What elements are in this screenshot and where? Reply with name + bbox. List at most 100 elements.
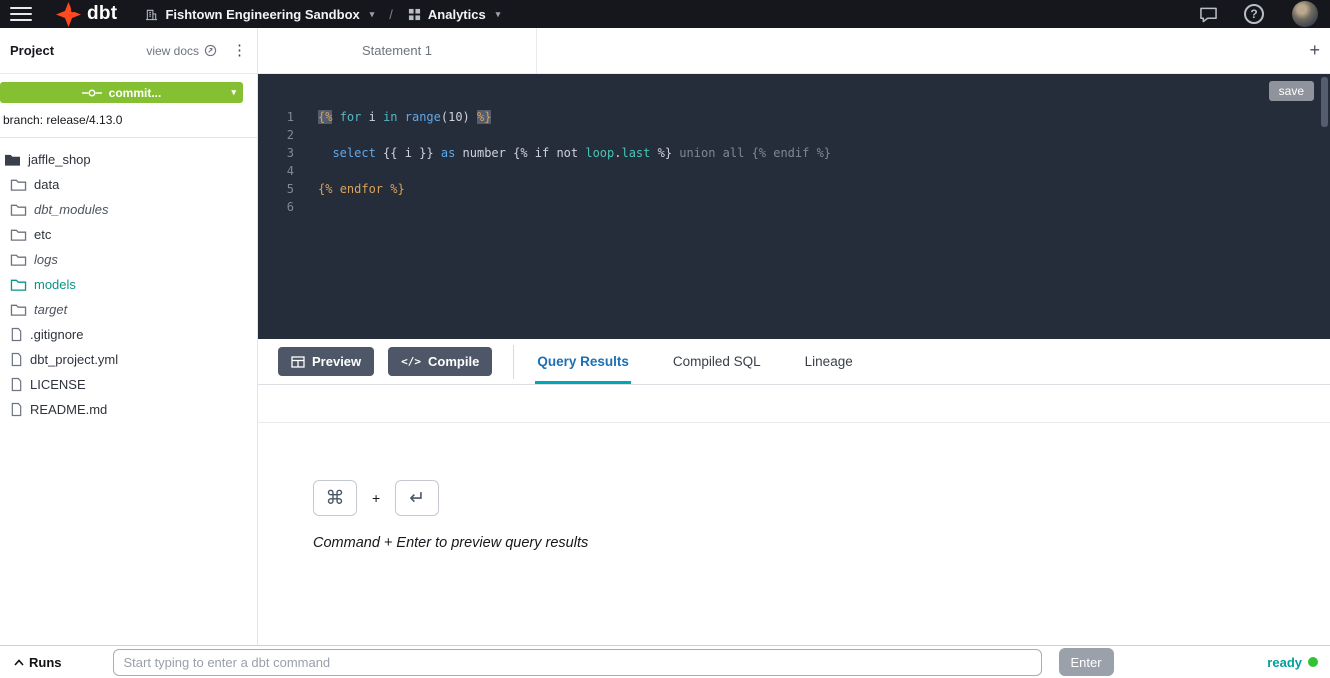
editor-scrollbar[interactable] — [1321, 77, 1328, 336]
table-icon — [291, 356, 305, 368]
building-icon — [145, 8, 158, 21]
status-label: ready — [1267, 655, 1302, 670]
project-sidebar: Project view docs ⋮ commit... — [0, 28, 258, 645]
code-line-5: 5{% endfor %} — [258, 180, 1316, 198]
code-brackets-icon: </> — [401, 355, 421, 368]
dbt-flame-icon — [56, 2, 81, 27]
command-input[interactable] — [113, 649, 1042, 676]
command-key-icon: ⌘ — [313, 480, 357, 516]
chevron-down-icon: ▾ — [496, 9, 501, 20]
line-number: 3 — [258, 144, 294, 162]
dbt-cloud-ide: dbt Fishtown Engineering Sandbox ▾ / Ana… — [0, 0, 1330, 678]
tree-item-logs[interactable]: logs — [0, 247, 257, 272]
folder-icon — [10, 277, 27, 292]
runs-toggle[interactable]: Runs — [14, 655, 62, 670]
results-tab-compiled-sql[interactable]: Compiled SQL — [671, 339, 763, 384]
tree-item-etc[interactable]: etc — [0, 222, 257, 247]
results-tab-query-results[interactable]: Query Results — [535, 339, 631, 384]
chat-bubble-icon — [1199, 6, 1218, 23]
tree-item-jaffle-shop[interactable]: jaffle_shop — [0, 147, 257, 172]
chat-button[interactable] — [1199, 6, 1218, 23]
preview-button[interactable]: Preview — [278, 347, 374, 376]
topbar: dbt Fishtown Engineering Sandbox ▾ / Ana… — [0, 0, 1330, 28]
tree-item-label: logs — [34, 252, 58, 267]
dbt-logo[interactable]: dbt — [56, 2, 117, 27]
line-number: 4 — [258, 162, 294, 180]
preview-hint-text: Command + Enter to preview query results — [313, 535, 1330, 551]
kebab-menu-button[interactable]: ⋮ — [232, 43, 247, 58]
project-name: Analytics — [428, 7, 486, 22]
results-subheader — [258, 385, 1330, 423]
grid-icon — [408, 8, 421, 21]
tree-item-readme-md[interactable]: README.md — [0, 397, 257, 422]
file-icon — [10, 327, 23, 342]
chevron-down-icon: ▾ — [231, 82, 236, 103]
commit-button[interactable]: commit... ▾ — [0, 82, 243, 103]
file-icon — [10, 352, 23, 367]
tree-item-label: .gitignore — [30, 327, 83, 342]
file-tree: jaffle_shopdata dbt_modulesetc logs models t… — [0, 138, 257, 422]
code-line-4: 4 — [258, 162, 1316, 180]
folder-icon — [10, 177, 27, 192]
tree-item-label: etc — [34, 227, 51, 242]
project-switcher[interactable]: Analytics ▾ — [408, 7, 500, 22]
external-link-icon — [204, 44, 217, 57]
tree-item-dbt-modules[interactable]: dbt_modules — [0, 197, 257, 222]
branch-label: branch: release/4.13.0 — [3, 113, 257, 127]
tree-item-label: target — [34, 302, 67, 317]
account-name: Fishtown Engineering Sandbox — [165, 7, 359, 22]
main-panel: Statement 1 + save 1{% for i in range(10… — [258, 28, 1330, 645]
results-toolbar: Preview </> Compile Query Results Compile… — [258, 339, 1330, 385]
question-mark-icon: ? — [1250, 7, 1257, 21]
new-tab-button[interactable]: + — [1309, 28, 1320, 73]
tree-item-label: dbt_project.yml — [30, 352, 118, 367]
tree-item-target[interactable]: target — [0, 297, 257, 322]
code-line-1: 1{% for i in range(10) %} — [258, 108, 1316, 126]
tree-item-license[interactable]: LICENSE — [0, 372, 257, 397]
plus-sign: + — [372, 490, 380, 506]
enter-key-icon: ↵ — [395, 480, 439, 516]
toolbar-divider — [513, 345, 514, 379]
folder-icon — [10, 202, 27, 217]
hamburger-menu-button[interactable] — [10, 6, 32, 22]
status-dot — [1308, 657, 1318, 667]
view-docs-link[interactable]: view docs — [146, 44, 217, 58]
compile-button[interactable]: </> Compile — [388, 347, 492, 376]
tree-item-dbt-project-yml[interactable]: dbt_project.yml — [0, 347, 257, 372]
editor-tabbar: Statement 1 + — [258, 28, 1330, 74]
chevron-down-icon: ▾ — [370, 9, 375, 20]
line-number: 1 — [258, 108, 294, 126]
tree-item-label: LICENSE — [30, 377, 86, 392]
save-button[interactable]: save — [1269, 81, 1314, 101]
commit-icon — [82, 88, 102, 98]
folder-icon — [10, 252, 27, 267]
enter-button[interactable]: Enter — [1059, 648, 1114, 676]
bottom-bar: Runs Enter ready — [0, 645, 1330, 678]
line-number: 6 — [258, 198, 294, 216]
dbt-logo-text: dbt — [87, 3, 117, 25]
line-number: 2 — [258, 126, 294, 144]
code-line-6: 6 — [258, 198, 1316, 216]
tree-item-data[interactable]: data — [0, 172, 257, 197]
avatar[interactable] — [1292, 1, 1318, 27]
folder-icon — [10, 227, 27, 242]
results-tab-lineage[interactable]: Lineage — [803, 339, 855, 384]
folder-open-icon — [4, 152, 21, 167]
keyboard-shortcut-hint: ⌘ + ↵ — [313, 480, 1330, 516]
tree-item-gitignore[interactable]: .gitignore — [0, 322, 257, 347]
scrollbar-thumb[interactable] — [1321, 77, 1328, 127]
results-tabs: Query Results Compiled SQL Lineage — [535, 339, 894, 384]
tree-item-models[interactable]: models — [0, 272, 257, 297]
tree-item-label: data — [34, 177, 59, 192]
code-editor[interactable]: save 1{% for i in range(10) %}23 select … — [258, 74, 1330, 339]
tree-item-label: README.md — [30, 402, 107, 417]
tree-item-label: dbt_modules — [34, 202, 108, 217]
line-number: 5 — [258, 180, 294, 198]
breadcrumb-separator: / — [389, 7, 393, 22]
tree-item-label: jaffle_shop — [28, 152, 91, 167]
file-icon — [10, 377, 23, 392]
help-button[interactable]: ? — [1244, 4, 1264, 24]
tab-statement-1[interactable]: Statement 1 — [258, 28, 537, 73]
chevron-up-icon — [14, 659, 24, 666]
account-switcher[interactable]: Fishtown Engineering Sandbox ▾ — [145, 7, 374, 22]
